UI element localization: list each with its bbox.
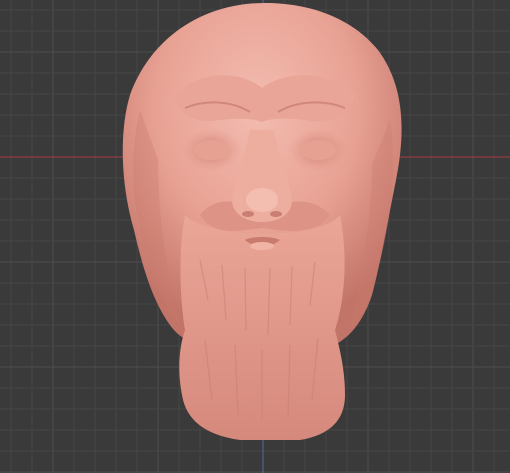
viewport-scene[interactable] xyxy=(0,0,510,473)
right-eye xyxy=(300,140,336,160)
left-eye xyxy=(194,140,230,160)
head-model[interactable] xyxy=(122,3,402,440)
right-nostril xyxy=(270,211,282,217)
lower-lip xyxy=(250,242,274,250)
left-nostril xyxy=(242,211,254,217)
3d-viewport[interactable] xyxy=(0,0,510,473)
nose-tip-highlight xyxy=(246,188,278,212)
